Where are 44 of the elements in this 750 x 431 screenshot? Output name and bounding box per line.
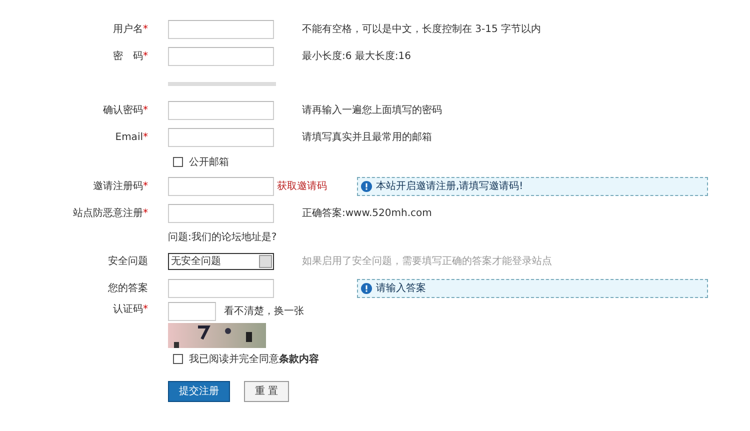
hint-text: 请再输入一遍您上面填写的密码 [302, 104, 442, 118]
dropdown[interactable]: 无安全问题 [168, 253, 274, 270]
question-text: 问题:我们的论坛地址是? [168, 230, 277, 245]
field-label: 用户名 [113, 24, 143, 35]
field-label: 认证码 [113, 304, 143, 315]
tip-text: 请输入答案 [376, 282, 426, 296]
checkbox-label: 我已阅读并完全同意条款内容 [189, 352, 319, 366]
field-label: 站点防恶意注册 [73, 208, 143, 219]
required-mark: * [143, 51, 148, 62]
field-label: 您的答案 [108, 283, 148, 294]
field-label: 密 码 [113, 51, 143, 62]
hint-text: 如果启用了安全问题，需要填写正确的答案才能登录站点 [302, 254, 552, 269]
input-field[interactable] [168, 128, 274, 147]
refresh-link[interactable]: 看不清楚，换一张 [224, 304, 304, 318]
required-mark: * [143, 132, 148, 143]
hint-text: 正确答案:www.520mh.com [302, 206, 432, 221]
input-field[interactable] [168, 177, 274, 196]
tip-text: 本站开启邀请注册,请填写邀请码! [376, 180, 524, 194]
input-field[interactable] [168, 101, 274, 120]
checkbox[interactable] [173, 354, 183, 364]
input-field[interactable] [168, 20, 274, 39]
required-mark: * [143, 105, 148, 116]
field-label: Email [115, 132, 143, 143]
invite-code-link[interactable]: 获取邀请码 [277, 180, 357, 194]
hint-text: 请填写真实并且最常用的邮箱 [302, 130, 432, 145]
info-icon [361, 181, 372, 192]
info-icon [361, 283, 372, 294]
field-label: 邀请注册码 [93, 181, 143, 192]
required-mark: * [143, 181, 148, 192]
required-mark: * [143, 24, 148, 35]
input-field[interactable] [168, 47, 274, 66]
hint-text: 最小长度:6 最大长度:16 [302, 50, 412, 64]
required-mark: * [143, 208, 148, 219]
input-field[interactable] [168, 279, 274, 298]
checkbox[interactable] [173, 157, 183, 167]
required-mark: * [143, 304, 148, 315]
field-label: 安全问题 [108, 256, 148, 267]
field-label: 确认密码 [103, 105, 143, 116]
checkbox-label: 公开邮箱 [189, 156, 229, 170]
submit-button[interactable]: 提交注册 [168, 381, 230, 402]
input-field[interactable] [168, 302, 216, 321]
reset-button[interactable]: 重 置 [244, 381, 290, 402]
hint-text: 不能有空格，可以是中文，长度控制在 3-15 字节以内 [302, 22, 542, 37]
input-field[interactable] [168, 204, 274, 223]
